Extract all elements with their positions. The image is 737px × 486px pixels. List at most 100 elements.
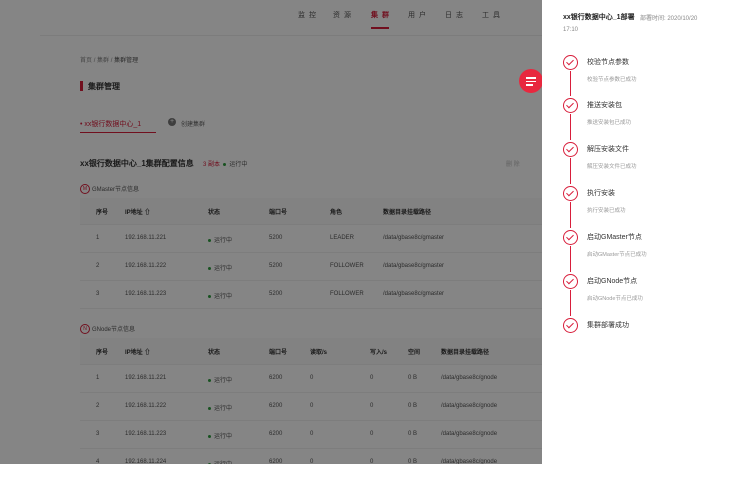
nav-cluster[interactable]: 集 群 <box>371 10 390 20</box>
main-content: 监 控 资 源 集 群 用 户 日 志 工 具 首页 / 集群 / 集群管理 集… <box>40 8 542 464</box>
create-cluster-tab[interactable]: 创建集群 <box>181 119 205 128</box>
top-navigation: 监 控 资 源 集 群 用 户 日 志 工 具 <box>40 8 542 36</box>
delete-button[interactable]: 删 除 <box>506 159 520 168</box>
table-row: 1 192.168.11.221 运行中 5200 LEADER/data/gbase8… <box>80 226 542 253</box>
table-cell: 192.168.11.223 <box>125 291 167 297</box>
step-connector <box>570 71 571 96</box>
table-cell: /data/gbase8c/gmaster <box>383 235 445 241</box>
check-circle-icon <box>563 142 578 157</box>
tab-active-underline <box>80 132 156 133</box>
nav-user[interactable]: 用 户 <box>408 10 427 20</box>
tab-cluster-1[interactable]: • xx银行数据中心_1 <box>80 119 141 129</box>
table-cell: 192.168.11.222 <box>125 263 167 269</box>
table-cell: 0 <box>370 375 374 381</box>
table-cell: 5200 <box>269 263 283 269</box>
step-connector <box>570 114 571 140</box>
check-circle-icon <box>563 55 578 70</box>
step-title: 校验节点参数 <box>587 59 629 66</box>
table-cell: /data/gbase8c/gmaster <box>383 263 445 269</box>
step-title: 执行安装 <box>587 190 615 197</box>
table-cell: 3 <box>96 431 100 437</box>
nav-resource[interactable]: 资 源 <box>333 10 352 20</box>
step-connector <box>570 202 571 228</box>
status-dot <box>208 238 211 242</box>
column-header: 读取/s <box>310 350 328 356</box>
breadcrumb-home[interactable]: 首页 <box>80 58 92 64</box>
table-row: 1 192.168.11.221 运行中 6200 0 0 0 B/data/gbase8c… <box>80 366 542 393</box>
table-cell: 运行中 <box>208 375 232 384</box>
table-cell: FOLLOWER <box>330 291 364 297</box>
cluster-status: 运行中 <box>229 162 248 168</box>
status-dot <box>208 406 211 410</box>
table-cell: 0 <box>370 431 374 437</box>
table-cell: 192.168.11.221 <box>125 235 167 241</box>
gmaster-badge-icon: M <box>80 184 90 195</box>
cluster-config-title: xx银行数据中心_1集群配置信息 <box>80 159 194 168</box>
table-cell: 6200 <box>269 459 283 464</box>
column-header[interactable]: IP地址 ⇧ <box>125 347 150 356</box>
table-cell: 运行中 <box>208 431 232 440</box>
page-title: 集群管理 <box>88 82 120 91</box>
table-cell: 4 <box>96 459 100 464</box>
breadcrumb-cluster[interactable]: 集群 <box>97 58 109 64</box>
status-dot <box>208 266 211 270</box>
breadcrumb-sep: / <box>110 58 113 64</box>
menu-toggle-icon[interactable] <box>519 69 543 93</box>
table-cell: 0 <box>370 459 374 464</box>
table-cell: 运行中 <box>208 403 232 412</box>
check-circle-icon <box>563 98 578 113</box>
step-description: 启动GMaster节点已成功 <box>587 252 647 258</box>
status-dot <box>208 378 211 382</box>
table-cell: 1 <box>96 235 100 241</box>
breadcrumb: 首页 / 集群 / 集群管理 <box>80 55 138 64</box>
table-cell: FOLLOWER <box>330 263 364 269</box>
table-cell: 0 <box>310 459 314 464</box>
column-header: 状态 <box>208 350 221 356</box>
table-cell: 0 B <box>408 375 418 381</box>
step-description: 解压安装文件已成功 <box>587 164 637 170</box>
table-cell: 5200 <box>269 235 283 241</box>
table-cell: 192.168.11.222 <box>125 403 167 409</box>
check-circle-icon <box>563 274 578 289</box>
table-cell: 0 B <box>408 403 418 409</box>
table-cell: 192.168.11.223 <box>125 431 167 437</box>
table-row: 2 192.168.11.222 运行中 6200 0 0 0 B/data/gbase8c… <box>80 394 542 421</box>
table-header-row: 序号 IP地址 ⇧ 状态 端口号 读取/s 写入/s 空间 数据目录挂载路径 <box>80 338 542 365</box>
table-row: 3 192.168.11.223 运行中 6200 0 0 0 B/data/gbase8c… <box>80 422 542 449</box>
table-cell: /data/gbase8c/gnode <box>441 375 498 381</box>
column-header: 空间 <box>408 350 421 356</box>
table-cell: 6200 <box>269 403 283 409</box>
plus-circle-icon[interactable]: + <box>168 118 176 126</box>
column-header: 状态 <box>208 210 221 216</box>
nav-tools[interactable]: 工 具 <box>482 10 501 20</box>
nav-active-underline <box>371 27 389 29</box>
column-header: 角色 <box>330 210 343 216</box>
table-cell: /data/gbase8c/gnode <box>441 431 498 437</box>
step-title: 集群部署成功 <box>587 322 629 329</box>
table-cell: /data/gbase8c/gmaster <box>383 291 445 297</box>
step-connector <box>570 158 571 184</box>
nav-monitor[interactable]: 监 控 <box>298 10 317 20</box>
status-dot <box>208 462 211 464</box>
nav-log[interactable]: 日 志 <box>445 10 464 20</box>
deploy-time-continued: 17:10 <box>563 27 579 33</box>
drawer-title: xx银行数据中心_1部署 <box>563 14 635 21</box>
table-cell: 6200 <box>269 375 283 381</box>
table-header-row: 序号 IP地址 ⇧ 状态 端口号 角色 数据目录挂载路径 <box>80 198 542 225</box>
table-cell: 192.168.11.224 <box>125 459 167 464</box>
table-cell: 2 <box>96 263 100 269</box>
step-connector <box>570 290 571 316</box>
column-header[interactable]: IP地址 ⇧ <box>125 207 150 216</box>
table-cell: 0 B <box>408 431 418 437</box>
step-connector <box>570 246 571 272</box>
table-cell: 5200 <box>269 291 283 297</box>
column-header: 写入/s <box>370 350 388 356</box>
check-circle-icon <box>563 186 578 201</box>
replica-count: 3 副本 <box>203 162 221 168</box>
table-row: 2 192.168.11.222 运行中 5200 FOLLOWER/data/gbas… <box>80 254 542 281</box>
step-title: 启动GNode节点 <box>587 278 638 285</box>
status-dot <box>208 294 211 298</box>
step-description: 校验节点参数已成功 <box>587 77 637 83</box>
check-circle-icon <box>563 318 578 333</box>
step-description: 启动GNode节点已成功 <box>587 296 643 302</box>
